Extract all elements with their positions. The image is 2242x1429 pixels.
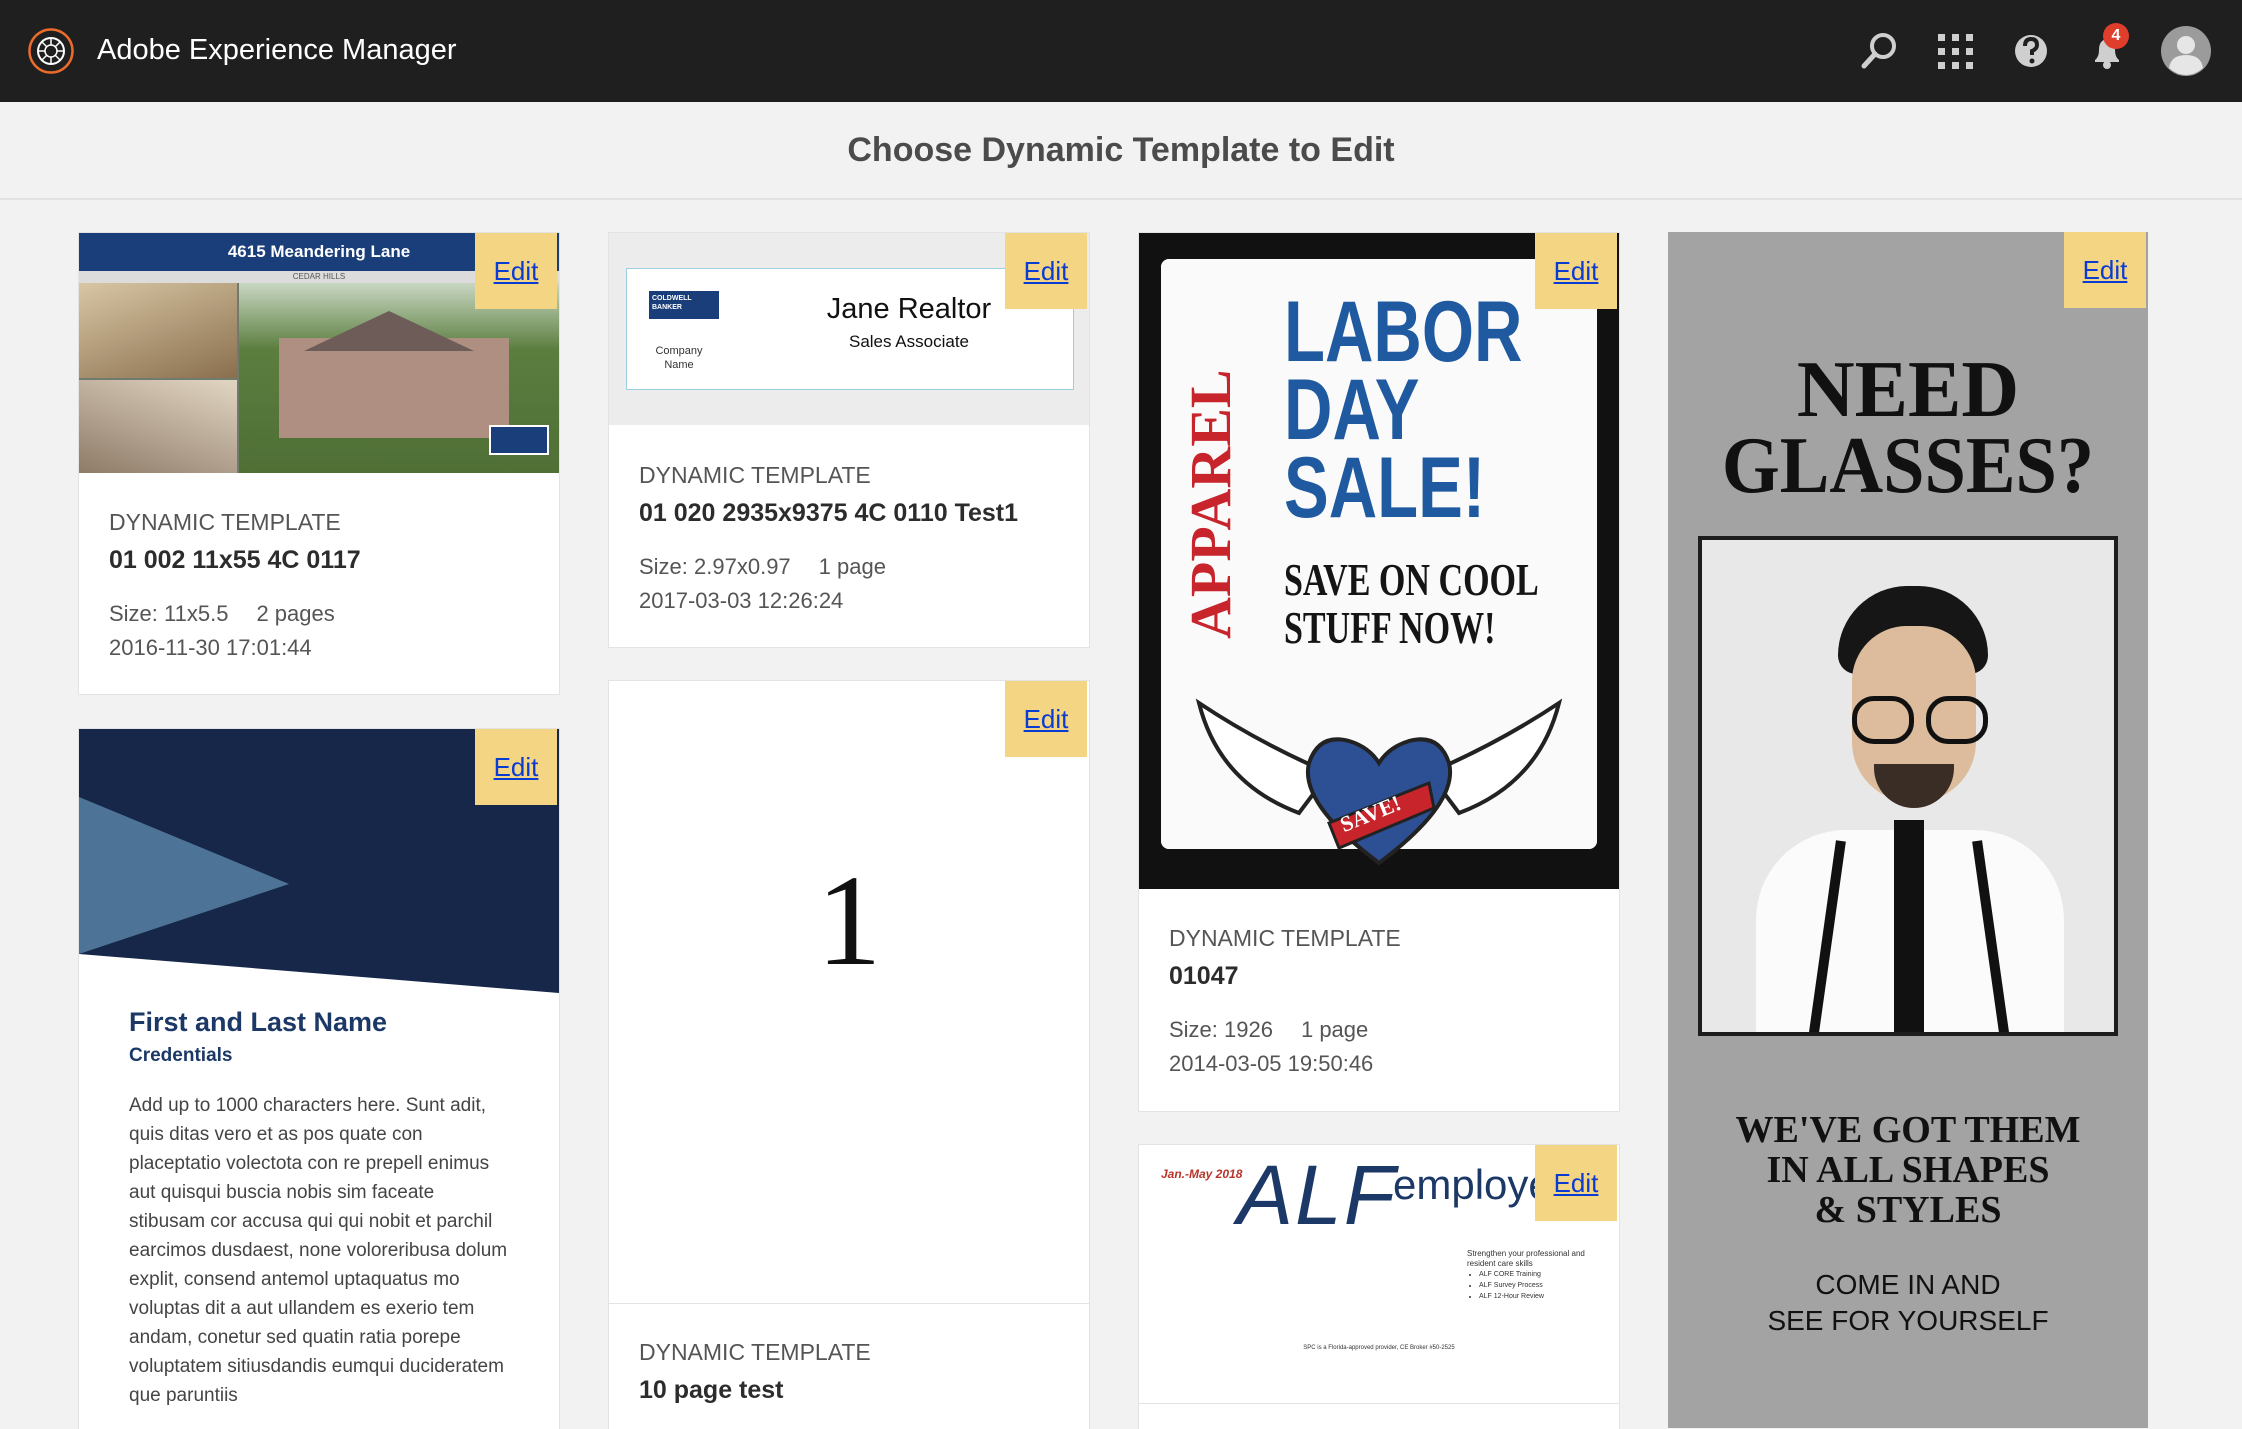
thumbnail-person-name: First and Last Name: [129, 1007, 388, 1037]
thumbnail-headline-2: GLASSES?: [1721, 422, 2095, 510]
edit-button[interactable]: Edit: [475, 233, 557, 309]
thumbnail-footer-text: SPC is a Florida-approved provider, CE B…: [1303, 1345, 1455, 1351]
template-card[interactable]: Jan.-May 2018 ALF employee Strengthen yo…: [1138, 1144, 1620, 1429]
template-thumbnail[interactable]: APPAREL LABOR DAY SALE! SAVE ON COOL STU…: [1139, 233, 1619, 889]
help-icon[interactable]: [2004, 24, 2058, 78]
template-card[interactable]: 1 Edit DYNAMIC TEMPLATE 10 page test: [608, 680, 1090, 1429]
thumbnail-lead-text: Strengthen your professional and residen…: [1467, 1249, 1585, 1268]
thumbnail-brand-text: COLDWELL BANKER: [649, 291, 719, 319]
edit-button[interactable]: Edit: [1535, 1145, 1617, 1221]
template-name[interactable]: 10 page test: [639, 1374, 784, 1406]
template-size: Size: 1926 1 page: [1169, 1015, 1368, 1045]
pages-count: 1 page: [1300, 1017, 1369, 1042]
template-card[interactable]: NEED GLASSES? WE'VE GOT THEM IN ALL SHAP…: [1668, 232, 2148, 1428]
thumbnail-realtor-name: Jane Realtor: [826, 293, 992, 325]
template-thumbnail[interactable]: First and Last Name Credentials Add up t…: [79, 729, 559, 1429]
size-value: Size: 1926: [1169, 1017, 1273, 1042]
template-thumbnail[interactable]: 1: [609, 681, 1089, 1304]
template-date: 2014-03-05 19:50:46: [1169, 1051, 1374, 1076]
template-card[interactable]: COLDWELL BANKER Company Name Jane Realto…: [608, 232, 1090, 648]
thumbnail-body-3: & STYLES: [1814, 1189, 2002, 1231]
thumbnail-credentials: Credentials: [129, 1045, 233, 1066]
template-card[interactable]: 4615 Meandering Lane CEDAR HILLS Edit DY…: [78, 232, 560, 695]
template-card[interactable]: APPAREL LABOR DAY SALE! SAVE ON COOL STU…: [1138, 232, 1620, 1112]
pages-count: 1 page: [818, 554, 886, 579]
template-card[interactable]: First and Last Name Credentials Add up t…: [78, 728, 560, 1429]
thumbnail-subline-1: SAVE ON COOL: [1284, 554, 1539, 605]
list-item: ALF CORE Training: [1479, 1269, 1544, 1280]
aem-logo-icon[interactable]: [28, 28, 74, 74]
thumbnail-body-2: IN ALL SHAPES: [1766, 1149, 2050, 1191]
thumbnail-company-text-2: Name: [664, 359, 694, 371]
thumbnail-page-number: 1: [816, 849, 882, 993]
template-size: Size: 2.97x0.97 1 page: [639, 552, 886, 582]
thumbnail-company-text: Company: [655, 345, 703, 357]
thumbnail-headline-3: SALE!: [1284, 440, 1486, 536]
size-value: Size: 11x5.5: [109, 601, 229, 626]
template-name[interactable]: 01 002 11x55 4C 0117: [109, 544, 361, 576]
notification-count-badge: 4: [2103, 23, 2129, 49]
thumbnail-body-text: Add up to 1000 characters here. Sunt adi…: [129, 1095, 508, 1406]
thumbnail-cta-1: COME IN AND: [1815, 1269, 2001, 1300]
template-name[interactable]: 01047: [1169, 960, 1239, 992]
template-type-label: DYNAMIC TEMPLATE: [109, 509, 341, 535]
winged-heart-icon: [1195, 698, 1563, 866]
thumbnail-vertical-text: APPAREL: [1178, 369, 1243, 639]
thumbnail-list: ALF CORE Training ALF Survey Process ALF…: [1457, 1269, 1544, 1302]
edit-button[interactable]: Edit: [2064, 232, 2146, 308]
pages-count: 2 pages: [256, 601, 335, 626]
search-icon[interactable]: [1852, 24, 1906, 78]
apps-grid-icon[interactable]: [1928, 24, 1982, 78]
thumbnail-body-1: WE'VE GOT THEM: [1735, 1109, 2081, 1151]
template-thumbnail[interactable]: NEED GLASSES? WE'VE GOT THEM IN ALL SHAP…: [1668, 232, 2148, 1428]
template-date: 2017-03-03 12:26:24: [639, 588, 844, 613]
list-item: ALF 12-Hour Review: [1479, 1291, 1544, 1302]
list-item: ALF Survey Process: [1479, 1280, 1544, 1291]
edit-button[interactable]: Edit: [1535, 233, 1617, 309]
thumbnail-realtor-role: Sales Associate: [848, 332, 969, 351]
edit-button[interactable]: Edit: [475, 729, 557, 805]
thumbnail-date-text: Jan.-May 2018: [1161, 1167, 1243, 1181]
edit-button[interactable]: Edit: [1005, 681, 1087, 757]
app-title[interactable]: Adobe Experience Manager: [97, 30, 457, 70]
thumbnail-cta-2: SEE FOR YOURSELF: [1767, 1305, 2049, 1336]
page-title: Choose Dynamic Template to Edit: [847, 131, 1395, 169]
thumbnail-alf-text: ALF: [1237, 1148, 1398, 1242]
template-type-label: DYNAMIC TEMPLATE: [639, 1339, 871, 1365]
top-bar: Adobe Experience Manager 4: [0, 0, 2242, 102]
thumbnail-subline-2: STUFF NOW!: [1284, 602, 1496, 653]
template-date: 2016-11-30 17:01:44: [109, 635, 312, 660]
page-header: Choose Dynamic Template to Edit: [0, 102, 2242, 200]
edit-button[interactable]: Edit: [1005, 233, 1087, 309]
template-type-label: DYNAMIC TEMPLATE: [639, 462, 871, 488]
template-size: Size: 11x5.5 2 pages: [109, 599, 335, 629]
size-value: Size: 2.97x0.97: [639, 554, 791, 579]
template-type-label: DYNAMIC TEMPLATE: [1169, 925, 1401, 951]
template-name[interactable]: 01 020 2935x9375 4C 0110 Test1: [639, 497, 1018, 529]
user-avatar-icon[interactable]: [2158, 23, 2214, 79]
thumbnail-headline-1: NEED: [1796, 346, 2020, 434]
